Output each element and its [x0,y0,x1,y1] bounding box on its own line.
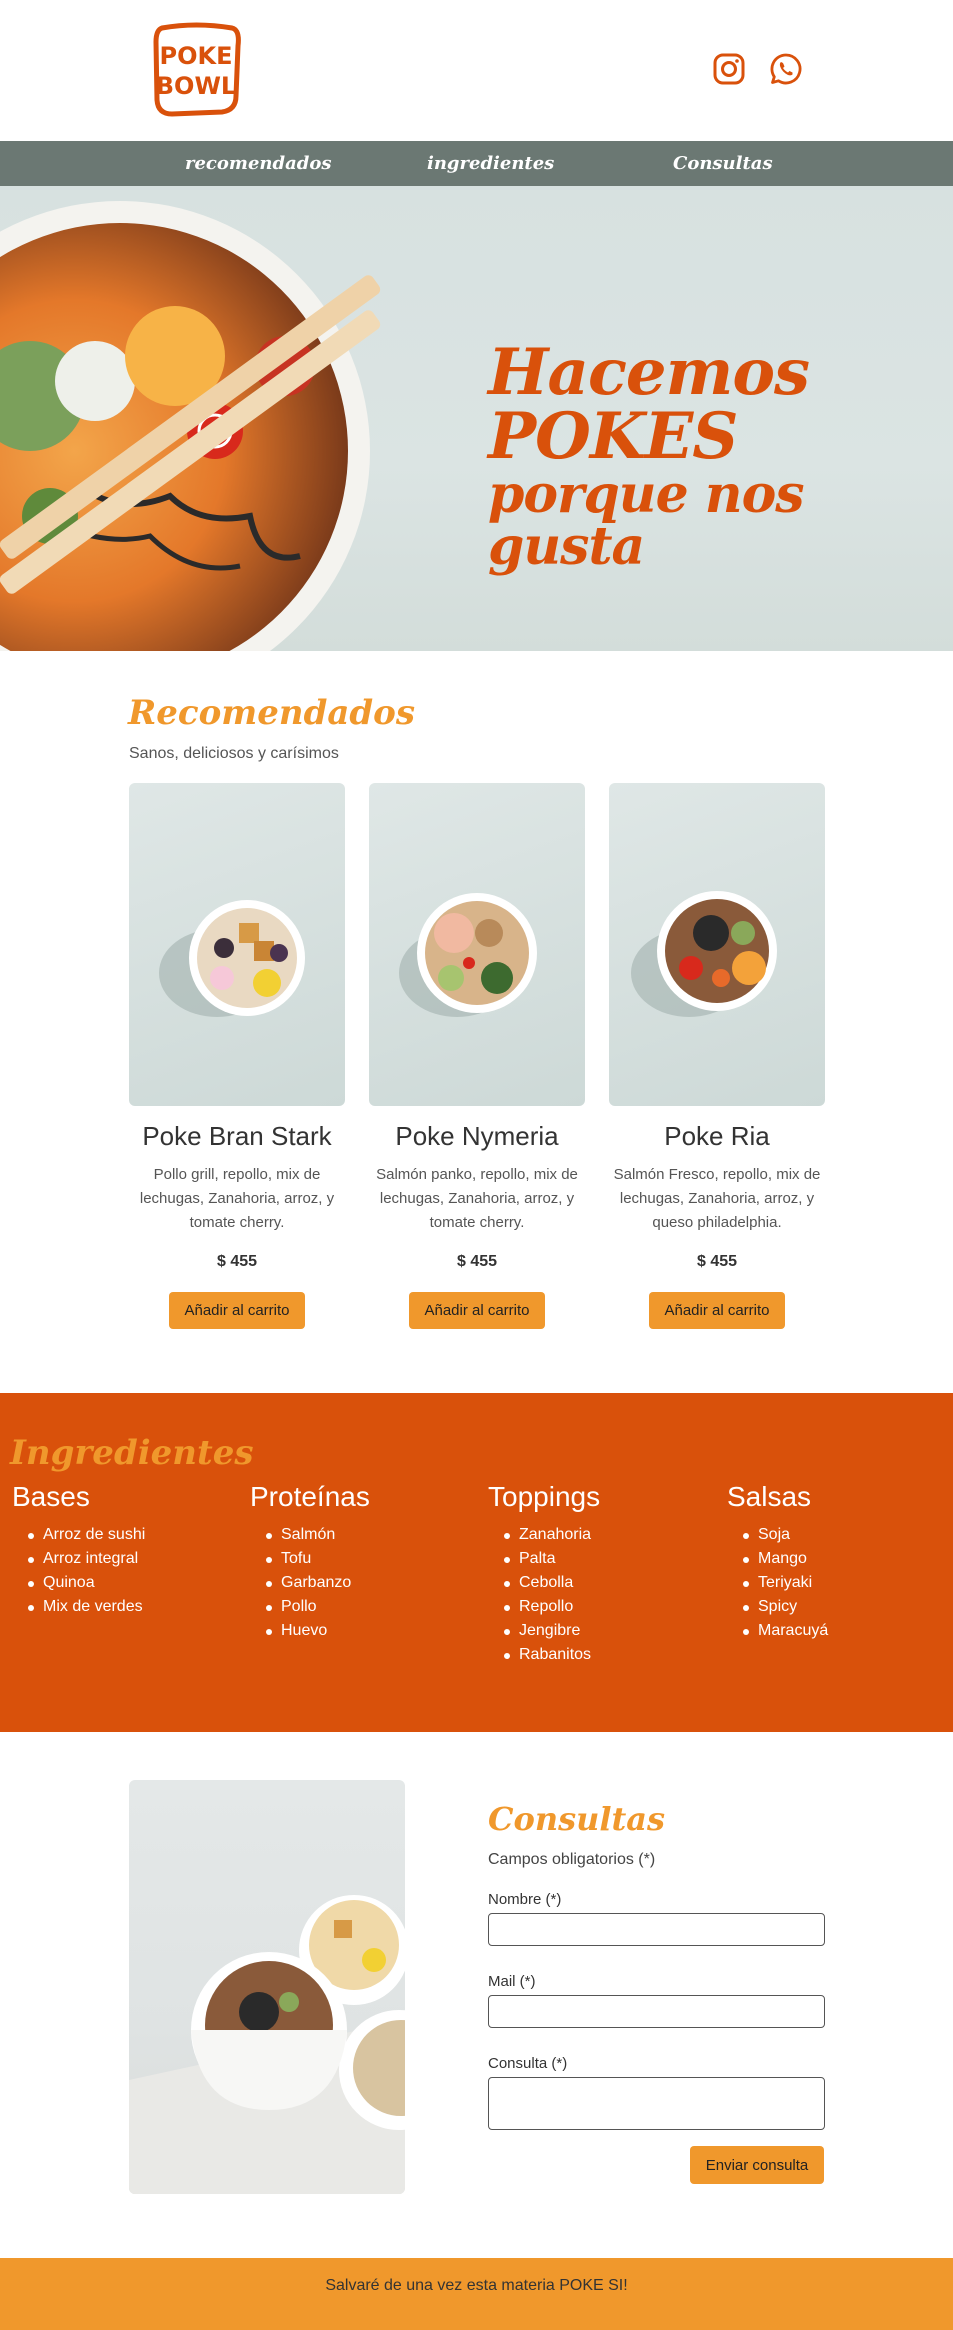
product-price: $ 455 [456,1253,498,1270]
ingredient-column-bases: Bases Arroz de sushi Arroz integral Quin… [12,1481,145,1619]
consulta-textarea[interactable] [488,2077,825,2130]
recomendados-title: Recomendados [128,693,415,733]
site-footer: Salvaré de una vez esta materia POKE SI! [0,2258,953,2330]
list-item: Pollo [266,1595,370,1619]
product-image [609,783,825,1106]
list-item: Spicy [743,1595,828,1619]
poke-bowl-logo[interactable]: POKE BOWL [152,22,241,117]
list-item: Rabanitos [504,1643,600,1667]
recomendados-subtitle: Sanos, deliciosos y carísimos [129,745,339,762]
add-to-cart-button[interactable]: Añadir al carrito [169,1292,305,1329]
list-item: Cebolla [504,1571,600,1595]
footer-text: Salvaré de una vez esta materia POKE SI! [325,2277,628,2294]
list-item: Teriyaki [743,1571,828,1595]
list-item: Garbanzo [266,1571,370,1595]
product-description: Salmón Fresco, repollo, mix de lechugas,… [613,1166,821,1231]
mail-field[interactable] [488,1995,825,2028]
consulta-label: Consulta (*) [488,2055,568,2072]
enviar-consulta-button[interactable]: Enviar consulta [690,2146,824,2184]
logo-text-bowl: BOWL [156,72,236,100]
ingredientes-title: Ingredientes [10,1433,254,1473]
product-description: Salmón panko, repollo, mix de lechugas, … [376,1166,578,1231]
list-item: Arroz de sushi [28,1523,145,1547]
ingredient-column-heading: Bases [12,1481,90,1512]
site-header: POKE BOWL [0,0,953,141]
ingredient-column-heading: Salsas [727,1481,812,1512]
logo-text-poke: POKE [160,42,233,70]
list-item: Mango [743,1547,828,1571]
product-image [129,783,345,1106]
list-item: Repollo [504,1595,600,1619]
product-card: Poke Bran Stark Pollo grill, repollo, mi… [129,783,345,1331]
hero-headline-line1: Hacemos POKES [488,335,810,474]
nav-link-ingredientes[interactable]: ingredientes [427,141,554,186]
nav-link-consultas[interactable]: Consultas [673,141,773,186]
product-description: Pollo grill, repollo, mix de lechugas, Z… [139,1166,335,1231]
ingredient-column-toppings: Toppings Zanahoria Palta Cebolla Repollo… [488,1481,600,1667]
list-item: Mix de verdes [28,1595,145,1619]
product-card: Poke Nymeria Salmón panko, repollo, mix … [369,783,585,1331]
product-price: $ 455 [696,1253,738,1270]
add-to-cart-button[interactable]: Añadir al carrito [649,1292,785,1329]
ingredient-column-heading: Proteínas [250,1481,370,1512]
product-name: Poke Nymeria [395,1121,559,1151]
nombre-label: Nombre (*) [488,1891,562,1908]
product-card: Poke Ria Salmón Fresco, repollo, mix de … [609,783,825,1331]
ingredient-column-proteinas: Proteínas Salmón Tofu Garbanzo Pollo Hue… [250,1481,370,1643]
list-item: Maracuyá [743,1619,828,1643]
list-item: Salmón [266,1523,370,1547]
whatsapp-icon[interactable] [769,52,803,86]
list-item: Jengibre [504,1619,600,1643]
main-nav: recomendados ingredientes Consultas [0,141,953,186]
ingredient-column-salsas: Salsas Soja Mango Teriyaki Spicy Maracuy… [727,1481,828,1643]
list-item: Arroz integral [28,1547,145,1571]
hero-headline: Hacemos POKES porque nos gusta [488,341,953,573]
list-item: Palta [504,1547,600,1571]
product-price: $ 455 [216,1253,258,1270]
required-fields-note: Campos obligatorios (*) [488,1851,656,1868]
ingredientes-section: Ingredientes Bases Arroz de sushi Arroz … [0,1393,953,1732]
list-item: Huevo [266,1619,370,1643]
ingredient-column-heading: Toppings [488,1481,601,1512]
hero-headline-line2: porque nos gusta [488,464,805,577]
instagram-icon[interactable] [712,52,746,86]
consultas-title: Consultas [488,1800,666,1838]
mail-label: Mail (*) [488,1973,536,1990]
list-item: Zanahoria [504,1523,600,1547]
list-item: Quinoa [28,1571,145,1595]
nav-link-recomendados[interactable]: recomendados [185,141,331,186]
list-item: Tofu [266,1547,370,1571]
add-to-cart-button[interactable]: Añadir al carrito [409,1292,545,1329]
nombre-field[interactable] [488,1913,825,1946]
consultas-image [129,1780,405,2194]
hero-banner: Hacemos POKES porque nos gusta [0,186,953,651]
product-name: Poke Ria [664,1121,770,1151]
product-image [369,783,585,1106]
product-name: Poke Bran Stark [142,1121,332,1151]
list-item: Soja [743,1523,828,1547]
